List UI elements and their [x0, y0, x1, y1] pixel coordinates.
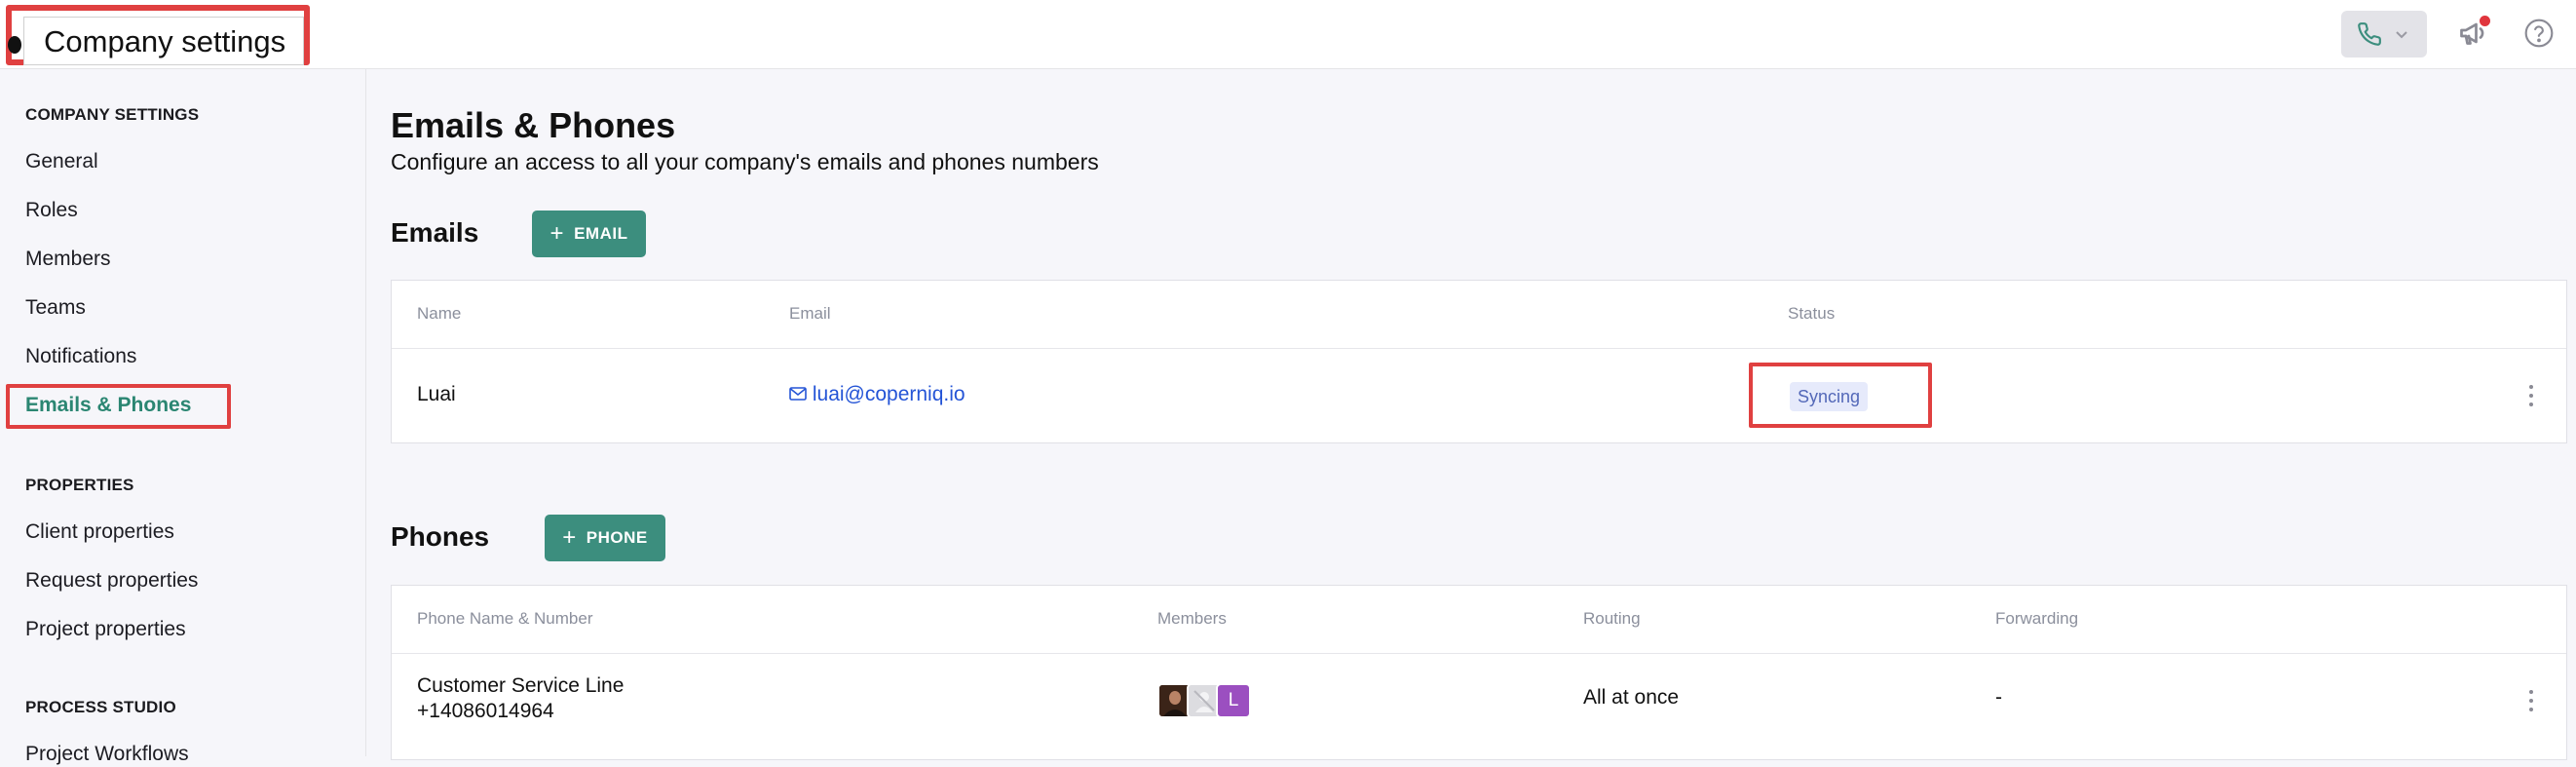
- page-subtitle: Configure an access to all your company'…: [391, 149, 1099, 174]
- help-icon[interactable]: [2523, 18, 2555, 49]
- status-highlight: [1749, 363, 1932, 428]
- phone-line-number: +14086014964: [417, 700, 554, 722]
- envelope-icon: [789, 387, 807, 401]
- sidebar-item-roles[interactable]: Roles: [25, 198, 78, 223]
- emails-section-title: Emails: [391, 217, 479, 248]
- sidebar-item-project-workflows[interactable]: Project Workflows: [25, 742, 189, 767]
- phone-forwarding: -: [1995, 686, 2002, 709]
- emails-table-header: Name Email Status: [392, 281, 2566, 349]
- phone-line-name: Customer Service Line: [417, 674, 625, 697]
- table-row[interactable]: Customer Service Line +14086014964 L All…: [392, 654, 2566, 748]
- sidebar-item-general[interactable]: General: [25, 149, 98, 174]
- top-bar: Company settings: [0, 0, 2576, 69]
- add-email-label: EMAIL: [574, 224, 628, 243]
- sidebar-item-client-properties[interactable]: Client properties: [25, 519, 174, 545]
- active-item-highlight: [6, 384, 231, 429]
- sidebar-item-teams[interactable]: Teams: [25, 295, 86, 321]
- email-row-more-icon[interactable]: [2528, 384, 2534, 407]
- add-email-button[interactable]: + EMAIL: [532, 211, 646, 257]
- plus-icon: +: [549, 220, 565, 247]
- sidebar-item-project-properties[interactable]: Project properties: [25, 617, 186, 642]
- page-header-title-box: Company settings: [23, 17, 304, 65]
- column-header-forwarding: Forwarding: [1995, 609, 2079, 628]
- sidebar-item-members[interactable]: Members: [25, 247, 111, 272]
- sidebar-item-notifications[interactable]: Notifications: [25, 344, 136, 369]
- email-row-name: Luai: [417, 383, 456, 405]
- column-header-routing: Routing: [1583, 609, 1641, 628]
- notification-dot: [2480, 16, 2490, 26]
- phones-table: Phone Name & Number Members Routing Forw…: [391, 585, 2567, 760]
- phone-menu-button[interactable]: [2341, 11, 2427, 58]
- column-header-status: Status: [1788, 304, 1836, 323]
- page-header-title: Company settings: [44, 24, 286, 58]
- title-highlight: Company settings: [6, 5, 310, 65]
- plus-icon: +: [562, 524, 577, 551]
- sidebar-item-request-properties[interactable]: Request properties: [25, 568, 198, 594]
- column-header-members: Members: [1157, 609, 1227, 628]
- cursor-dot: [8, 36, 21, 54]
- column-header-email: Email: [789, 304, 831, 323]
- chevron-down-icon: [2396, 31, 2407, 39]
- email-address: luai@coperniq.io: [812, 383, 966, 405]
- add-phone-label: PHONE: [586, 528, 648, 547]
- phones-section-title: Phones: [391, 521, 490, 552]
- column-header-name: Name: [417, 304, 462, 323]
- email-address-link[interactable]: luai@coperniq.io: [789, 383, 966, 406]
- phone-routing: All at once: [1583, 686, 1680, 709]
- table-row[interactable]: Luai luai@coperniq.io Syncing: [392, 349, 2566, 442]
- sidebar-section-properties: PROPERTIES: [25, 476, 134, 494]
- sidebar-section-company-settings: COMPANY SETTINGS: [25, 105, 200, 124]
- add-phone-button[interactable]: + PHONE: [545, 515, 665, 561]
- phone-icon: [2358, 22, 2381, 46]
- page-title: Emails & Phones: [391, 105, 676, 145]
- emails-table: Name Email Status Luai luai@coperniq.io …: [391, 280, 2567, 443]
- sidebar-section-process-studio: PROCESS STUDIO: [25, 698, 176, 716]
- column-header-phone-name-number: Phone Name & Number: [417, 609, 593, 628]
- avatar: L: [1216, 683, 1251, 718]
- phone-row-more-icon[interactable]: [2528, 689, 2534, 712]
- phones-table-header: Phone Name & Number Members Routing Forw…: [392, 586, 2566, 654]
